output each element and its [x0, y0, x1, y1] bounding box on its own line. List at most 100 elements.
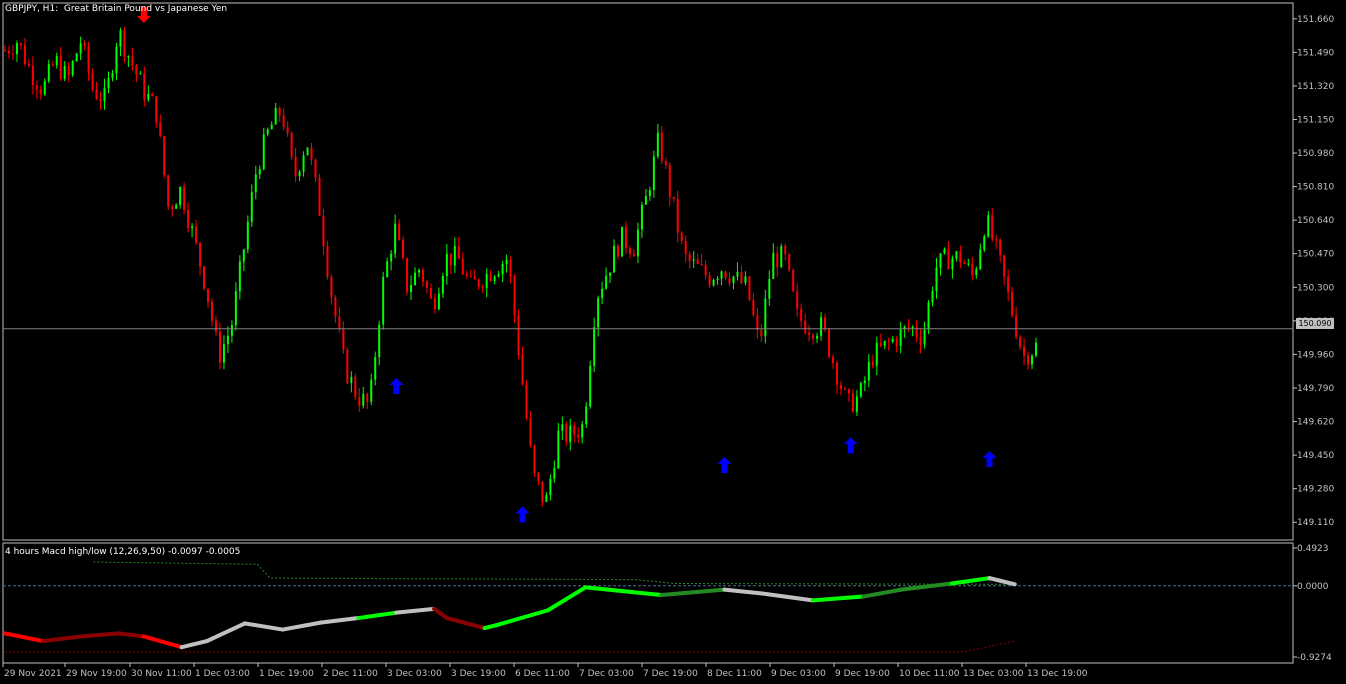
candle-body	[613, 245, 616, 273]
candle-body	[756, 314, 759, 331]
candle	[760, 323, 763, 342]
candle-body	[947, 249, 950, 270]
candle-body	[414, 272, 417, 286]
macd-segment	[861, 587, 904, 599]
candle-body	[792, 269, 795, 292]
candle	[290, 131, 293, 161]
candle	[903, 325, 906, 338]
candle-body	[951, 258, 954, 270]
candle-body	[107, 77, 110, 88]
candle-body	[270, 124, 273, 130]
candle-body	[71, 61, 74, 75]
indicator-title: 4 hours Macd high/low (12,26,9,50) -0.00…	[5, 547, 241, 557]
candle	[529, 411, 532, 448]
price-axis-label: 149.110	[1297, 518, 1334, 528]
candle	[935, 258, 938, 299]
candle-body	[481, 286, 484, 288]
candle-body	[704, 264, 707, 276]
macd-segment	[116, 631, 146, 639]
candle-body	[374, 357, 377, 380]
candle	[891, 336, 894, 344]
candle	[867, 354, 870, 388]
candle-body	[370, 379, 373, 402]
candle	[234, 282, 237, 331]
candle-body	[720, 271, 723, 279]
candle	[441, 272, 444, 298]
candle-body	[441, 276, 444, 294]
candle-body	[768, 278, 771, 299]
candle	[768, 270, 771, 306]
candle	[278, 106, 281, 122]
candle	[167, 174, 170, 211]
candle	[334, 295, 337, 323]
candle	[521, 346, 524, 386]
candle	[187, 202, 190, 233]
candle-body	[119, 30, 122, 47]
candle-body	[79, 43, 82, 54]
candle	[354, 373, 357, 401]
candle-body	[919, 336, 922, 345]
candle	[820, 311, 823, 341]
candle	[752, 293, 755, 317]
candle	[533, 444, 536, 478]
candle-body	[561, 424, 564, 431]
candle	[63, 61, 66, 82]
candle	[418, 268, 420, 278]
candle	[589, 360, 592, 409]
candle-body	[843, 388, 846, 390]
candle	[720, 270, 723, 286]
candle-body	[354, 377, 357, 398]
candle-body	[995, 239, 998, 241]
candle-body	[63, 65, 66, 79]
candle-body	[418, 269, 420, 273]
candle	[724, 270, 727, 280]
candle	[183, 182, 186, 215]
time-axis-label: 3 Dec 03:00	[387, 669, 442, 679]
candle	[230, 320, 233, 343]
candle	[302, 151, 305, 177]
candle	[800, 303, 803, 328]
candle-body	[111, 73, 114, 78]
chart-window[interactable]: 151.660 151.490 151.320 151.150 150.980 150.8…	[0, 0, 1346, 684]
candle-body	[680, 232, 683, 241]
main-chart-frame	[2, 2, 1294, 541]
candle-body	[883, 340, 886, 346]
candle	[983, 234, 986, 253]
candle	[919, 328, 922, 354]
candle	[636, 222, 639, 264]
candle	[784, 243, 787, 261]
candle	[776, 246, 779, 277]
candle	[609, 272, 612, 284]
candle	[617, 243, 620, 260]
candle-body	[891, 338, 894, 342]
candle	[613, 239, 616, 273]
candle-body	[712, 280, 715, 286]
time-axis-label: 7 Dec 03:00	[579, 669, 634, 679]
indicator-axis-label: -0.9274	[1297, 653, 1332, 663]
candle	[461, 252, 464, 275]
candle	[330, 274, 333, 305]
price-axis-label: 149.620	[1297, 418, 1334, 428]
signal-arrow-up-icon	[717, 456, 732, 473]
candle	[67, 61, 70, 83]
candle	[581, 420, 584, 444]
chart-canvas[interactable]: 151.660 151.490 151.320 151.150 150.980 150.8…	[0, 0, 1346, 684]
candle-body	[625, 226, 627, 249]
candle-body	[855, 396, 858, 412]
candle-body	[879, 342, 882, 346]
candle-body	[760, 330, 763, 337]
candle-body	[935, 267, 938, 292]
candle	[254, 165, 257, 200]
candle	[907, 318, 910, 333]
candle-body	[453, 245, 456, 266]
price-axis-label: 149.960	[1297, 350, 1334, 360]
candle	[700, 254, 703, 266]
candle-body	[589, 365, 592, 407]
candle-body	[123, 30, 126, 58]
candle	[19, 42, 22, 50]
macd-segment	[987, 576, 1017, 587]
candle-body	[310, 147, 313, 160]
candle-body	[521, 354, 524, 385]
candle-body	[943, 249, 946, 254]
candle	[923, 321, 926, 349]
